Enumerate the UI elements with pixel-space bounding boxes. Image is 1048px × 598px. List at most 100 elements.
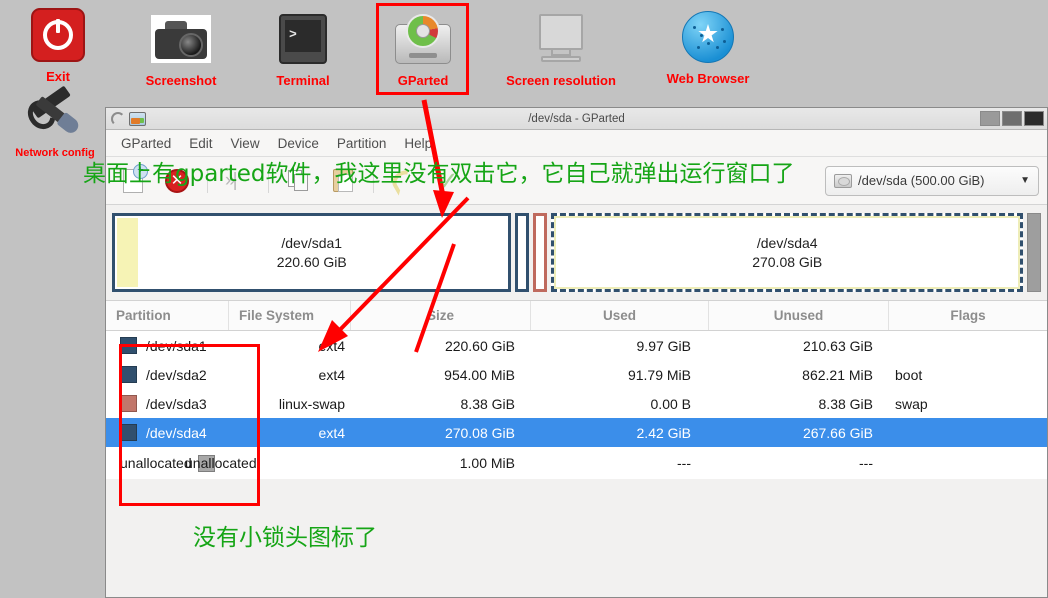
cell-unused: 267.66 GiB <box>802 424 873 441</box>
paste-icon <box>333 169 353 192</box>
chevron-down-icon: ▼ <box>1020 175 1030 186</box>
cell-partition: /dev/sda4 <box>106 424 229 441</box>
delete-partition-button[interactable]: ✕ <box>158 164 196 198</box>
toolbar-separator <box>207 168 208 193</box>
cell-partition: /dev/sda3 <box>106 395 229 412</box>
cell-flags: swap <box>895 395 928 412</box>
desktop-icon-label: Network config <box>15 147 95 159</box>
new-partition-button[interactable] <box>114 163 152 198</box>
cell-used: 2.42 GiB <box>636 424 691 441</box>
column-header-unused[interactable]: Unused <box>709 301 889 330</box>
table-row[interactable]: unallocated unallocated 1.00 MiB --- --- <box>106 447 1047 479</box>
cell-size: 8.38 GiB <box>460 395 515 412</box>
partition-color-swatch <box>120 337 137 354</box>
resize-move-button[interactable]: »| <box>219 164 257 198</box>
table-row[interactable]: /dev/sda3 linux-swap 8.38 GiB 0.00 B 8.3… <box>106 389 1047 418</box>
desktop-icon-label: Web Browser <box>666 71 750 86</box>
delete-partition-icon: ✕ <box>165 168 189 193</box>
new-partition-icon <box>123 163 148 193</box>
menu-view[interactable]: View <box>222 133 269 154</box>
column-header-used[interactable]: Used <box>531 301 709 330</box>
power-icon <box>3 4 113 66</box>
partition-color-swatch <box>120 395 137 412</box>
copy-button[interactable] <box>280 164 318 198</box>
window-controls <box>980 111 1045 126</box>
monitor-icon <box>505 8 617 70</box>
toolbar-separator <box>268 168 269 193</box>
cell-partition: /dev/sda1 <box>106 337 229 354</box>
cell-filesystem: linux-swap <box>278 395 345 412</box>
desktop-icon-exit[interactable]: Exit <box>3 4 113 84</box>
cell-filesystem: ext4 <box>318 337 345 354</box>
partition-table-body: /dev/sda1 ext4 220.60 GiB 9.97 GiB 210.6… <box>106 331 1047 479</box>
table-row[interactable]: /dev/sda1 ext4 220.60 GiB 9.97 GiB 210.6… <box>106 331 1047 360</box>
desktop-icon-label: GParted <box>397 73 449 88</box>
graphic-partition-unallocated[interactable] <box>1027 213 1041 292</box>
cell-used: 0.00 B <box>650 395 691 412</box>
graphic-partition-sda3[interactable] <box>533 213 548 292</box>
cell-filesystem: unallocated <box>185 455 257 471</box>
menubar: GParted Edit View Device Partition Help <box>106 130 1047 157</box>
cell-used: 91.79 MiB <box>627 366 691 383</box>
terminal-icon <box>248 8 358 70</box>
desktop-icon-label: Screen resolution <box>506 73 616 88</box>
cell-filesystem: ext4 <box>318 424 345 441</box>
toolbar: ✕ »| ✓ /dev/sda (500.00 GiB) ▼ <box>106 157 1047 205</box>
menu-gparted[interactable]: GParted <box>112 133 180 154</box>
graphic-partition-sda1[interactable]: /dev/sda1 220.60 GiB <box>112 213 512 292</box>
menu-device[interactable]: Device <box>269 133 328 154</box>
undo-button[interactable] <box>385 164 423 198</box>
close-button[interactable] <box>1024 111 1044 126</box>
cell-unused: 8.38 GiB <box>818 395 873 412</box>
toolbar-separator <box>373 168 374 193</box>
column-header-flags[interactable]: Flags <box>889 301 1047 330</box>
cell-size: 220.60 GiB <box>444 337 515 354</box>
cell-size: 954.00 MiB <box>444 366 515 383</box>
apply-icon: ✓ <box>437 165 459 196</box>
cell-partition: /dev/sda2 <box>106 366 229 383</box>
graphic-partition-label: /dev/sda1 220.60 GiB <box>276 234 347 270</box>
desktop-icon-label: Screenshot <box>145 73 217 88</box>
disk-icon <box>834 173 852 188</box>
partition-color-swatch <box>120 424 137 441</box>
resize-move-icon: »| <box>225 169 238 191</box>
disk-icon <box>368 8 478 70</box>
device-selector-value: /dev/sda (500.00 GiB) <box>858 173 985 188</box>
window-titlebar[interactable]: /dev/sda - GParted <box>106 108 1047 130</box>
graphic-partition-sda4[interactable]: /dev/sda4 270.08 GiB <box>551 213 1023 292</box>
cell-size: 270.08 GiB <box>444 424 515 441</box>
graphic-partition-sda2[interactable] <box>515 213 530 292</box>
apply-button[interactable]: ✓ <box>429 164 467 198</box>
copy-icon <box>288 169 310 192</box>
device-selector[interactable]: /dev/sda (500.00 GiB) ▼ <box>825 165 1039 196</box>
desktop-icon-gparted[interactable]: GParted <box>368 8 478 88</box>
menu-help[interactable]: Help <box>395 133 441 154</box>
used-space-bar <box>117 218 138 287</box>
table-row[interactable]: /dev/sda2 ext4 954.00 MiB 91.79 MiB 862.… <box>106 360 1047 389</box>
window-title: /dev/sda - GParted <box>528 112 625 125</box>
menu-partition[interactable]: Partition <box>328 133 396 154</box>
desktop-icon-label: Exit <box>46 69 70 84</box>
wrench-screwdriver-icon <box>0 85 110 142</box>
desktop-icon-screen-resolution[interactable]: Screen resolution <box>505 8 617 88</box>
cell-filesystem: ext4 <box>318 366 345 383</box>
cell-flags: boot <box>895 366 923 383</box>
desktop-icon-web-browser[interactable]: Web Browser <box>653 6 763 86</box>
minimize-button[interactable] <box>980 111 1000 126</box>
paste-button[interactable] <box>324 164 362 198</box>
undo-icon <box>388 165 420 196</box>
partition-graphic: /dev/sda1 220.60 GiB /dev/sda4 270.08 Gi… <box>106 205 1047 300</box>
menu-edit[interactable]: Edit <box>180 133 221 154</box>
desktop-icon-terminal[interactable]: Terminal <box>248 8 358 88</box>
globe-icon <box>653 6 763 68</box>
cell-size: 1.00 MiB <box>459 455 515 471</box>
cell-unused: 862.21 MiB <box>802 366 873 383</box>
column-header-partition[interactable]: Partition <box>106 301 229 330</box>
table-row[interactable]: /dev/sda4 ext4 270.08 GiB 2.42 GiB 267.6… <box>106 418 1047 447</box>
desktop-icon-network-config[interactable]: Network config <box>0 85 110 160</box>
gparted-window: /dev/sda - GParted GParted Edit View Dev… <box>105 107 1048 598</box>
column-header-size[interactable]: Size <box>351 301 531 330</box>
column-header-filesystem[interactable]: File System <box>229 301 351 330</box>
maximize-button[interactable] <box>1002 111 1022 126</box>
desktop-icon-screenshot[interactable]: Screenshot <box>126 8 236 88</box>
